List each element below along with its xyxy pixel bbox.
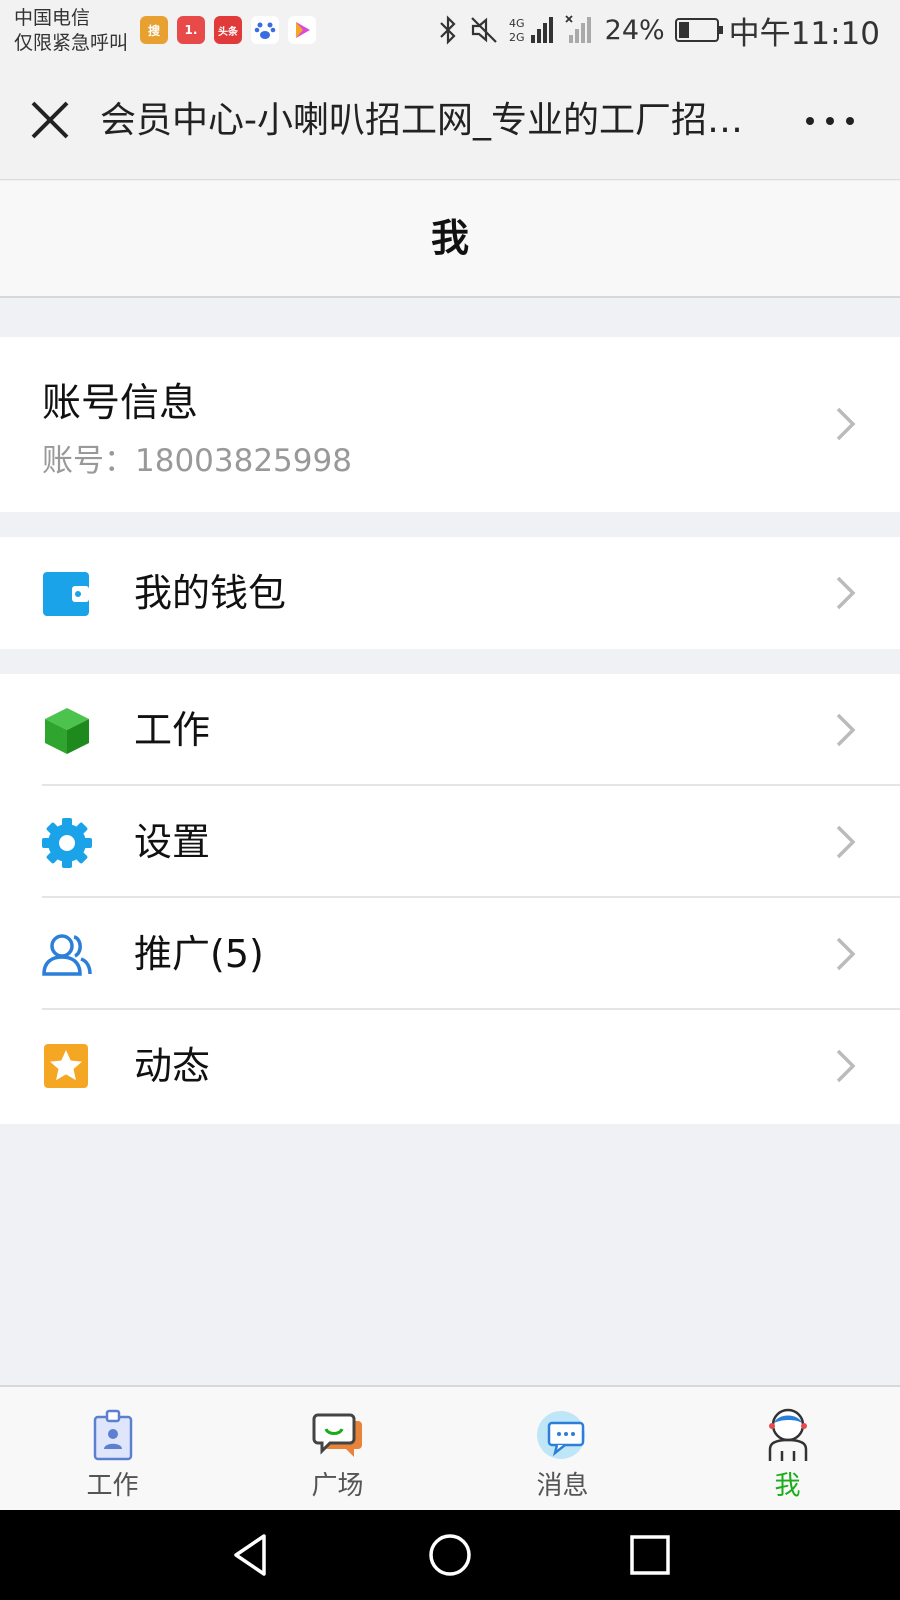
menu-item-activity[interactable]: 动态 (0, 1010, 900, 1122)
chevron-right-icon (836, 825, 856, 859)
svg-text:2G: 2G (509, 31, 525, 44)
browser-header: 会员中心-小喇叭招工网_专业的工厂招… (0, 62, 900, 180)
chevron-right-icon (836, 1049, 856, 1083)
home-icon[interactable] (427, 1532, 473, 1578)
mute-icon (470, 17, 497, 43)
app-1-icon: 1. (177, 16, 205, 44)
status-bar: 中国电信 仅限紧急呼叫 搜 1. 头条 4G 2G 24% 中午11:10 (0, 0, 900, 62)
tab-label: 工作 (86, 1471, 139, 1501)
account-info-row[interactable]: 账号信息 账号：18003825998 (0, 337, 900, 512)
chevron-right-icon (836, 937, 856, 971)
users-icon (42, 934, 92, 976)
menu-item-label: 设置 (134, 820, 211, 864)
screen: 中国电信 仅限紧急呼叫 搜 1. 头条 4G 2G 24% 中午11:10 会员… (0, 0, 900, 1600)
menu-item-label: 我的钱包 (134, 571, 287, 615)
tab-work[interactable]: 工作 (0, 1387, 225, 1510)
more-dot-icon (826, 117, 834, 125)
account-number: 账号：18003825998 (42, 443, 352, 479)
chat-bubbles-icon (312, 1413, 362, 1457)
recents-icon[interactable] (627, 1532, 673, 1578)
gear-icon (42, 818, 92, 868)
menu-item-promotion[interactable]: 推广(5) (0, 898, 900, 1010)
page-title: 我 (430, 216, 469, 260)
tab-label: 广场 (311, 1471, 364, 1501)
tab-messages[interactable]: 消息 (450, 1387, 675, 1510)
wallet-section: 我的钱包 (0, 537, 900, 649)
chevron-right-icon (836, 713, 856, 747)
emergency-only-label: 仅限紧急呼叫 (14, 32, 129, 54)
menu-item-work[interactable]: 工作 (0, 674, 900, 786)
message-icon (536, 1411, 585, 1459)
account-info-title: 账号信息 (42, 381, 199, 426)
video-icon (288, 16, 316, 44)
more-dot-icon (846, 117, 854, 125)
carrier-info: 中国电信 仅限紧急呼叫 (14, 6, 128, 56)
carrier-name: 中国电信 (14, 7, 91, 29)
menu-item-settings[interactable]: 设置 (0, 786, 900, 898)
close-button[interactable] (28, 98, 72, 142)
chevron-right-icon (836, 407, 856, 441)
browser-page-title: 会员中心-小喇叭招工网_专业的工厂招… (100, 100, 743, 141)
toutiao-icon: 头条 (214, 16, 242, 44)
signal-weak-icon (565, 15, 591, 43)
tab-square[interactable]: 广场 (225, 1387, 450, 1510)
menu-item-wallet[interactable]: 我的钱包 (0, 537, 900, 649)
battery-icon (674, 18, 723, 42)
tab-label: 我 (774, 1471, 801, 1501)
cube-icon (45, 708, 89, 754)
signal-4g-icon: 4G 2G (509, 17, 553, 44)
menu-item-label: 动态 (134, 1044, 211, 1088)
tab-me[interactable]: 我 (675, 1387, 900, 1510)
person-icon (768, 1408, 807, 1461)
star-icon (44, 1044, 88, 1088)
bottom-tab-bar: 工作 广场 消息 我 (0, 1385, 900, 1510)
sougou-icon: 搜 (140, 16, 168, 44)
more-menu-button[interactable] (806, 106, 854, 136)
wallet-icon (43, 572, 89, 616)
id-badge-icon (93, 1409, 132, 1461)
menu-group: 工作 设置 推广(5) 动态 (0, 674, 900, 1124)
bluetooth-icon (439, 15, 456, 45)
baidu-icon (251, 16, 279, 44)
status-indicators: 4G 2G 24% 中午11:10 (437, 8, 880, 52)
svg-text:4G: 4G (509, 17, 525, 30)
chevron-right-icon (836, 576, 856, 610)
system-nav-bar (0, 1510, 900, 1600)
close-icon (31, 101, 69, 139)
back-icon[interactable] (228, 1532, 274, 1578)
notification-icons: 搜 1. 头条 (140, 16, 316, 44)
tab-label: 消息 (536, 1471, 589, 1501)
clock: 中午11:10 (728, 15, 880, 52)
battery-percent: 24% (604, 14, 665, 46)
menu-item-label: 工作 (134, 708, 211, 752)
more-dot-icon (806, 117, 814, 125)
page-title-bar: 我 (0, 181, 900, 298)
menu-item-label: 推广(5) (134, 932, 264, 976)
